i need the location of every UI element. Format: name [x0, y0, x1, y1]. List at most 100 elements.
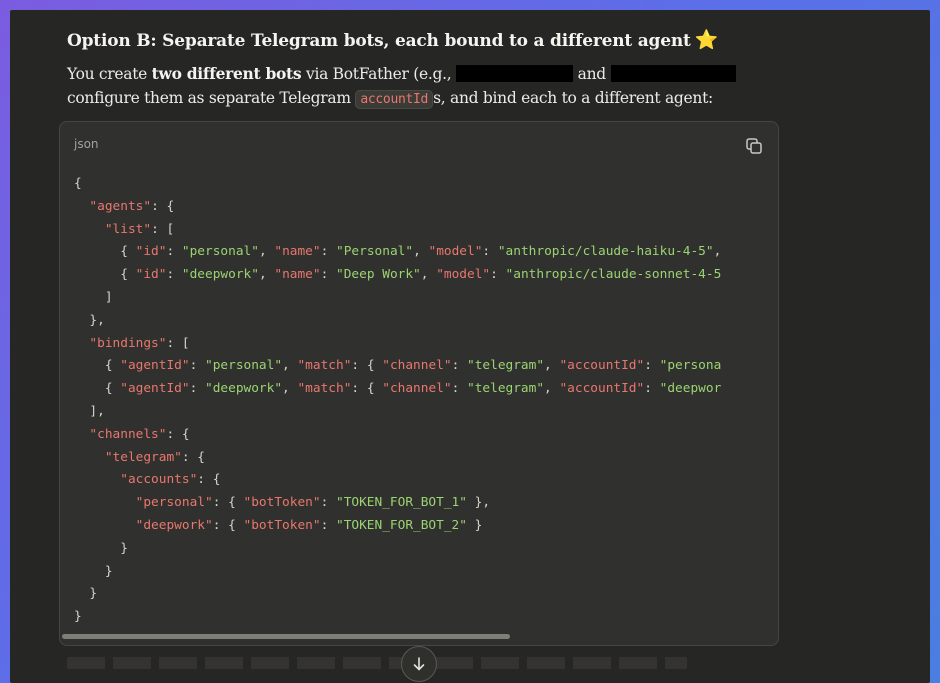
horizontal-scrollbar[interactable] — [62, 634, 510, 639]
json-string: "deepwork" — [181, 267, 259, 283]
json-punct: }, — [466, 495, 491, 511]
copy-button[interactable] — [744, 136, 764, 156]
heading-text: Option B: Separate Telegram bots, each b… — [67, 31, 691, 51]
json-key: "accountId" — [559, 358, 645, 374]
json-key: "bindings" — [89, 335, 167, 351]
json-punct: : { — [151, 198, 175, 214]
inline-code: accountId — [355, 90, 434, 109]
code-line: "personal": { "botToken": "TOKEN_FOR_BOT… — [74, 492, 721, 515]
json-punct — [74, 199, 89, 214]
code-line: { "agentId": "personal", "match": { "cha… — [74, 355, 721, 378]
json-punct: : { — [197, 472, 221, 488]
json-string: "deepwor — [659, 381, 722, 397]
json-punct: { — [74, 244, 136, 260]
json-punct — [74, 222, 105, 237]
json-punct: : — [320, 517, 336, 533]
code-line: } — [74, 561, 721, 584]
json-punct: : — [644, 381, 660, 397]
json-punct: , — [413, 244, 429, 260]
json-key: "name" — [274, 244, 321, 260]
json-string: "telegram" — [467, 381, 545, 397]
json-punct: }, — [74, 312, 105, 328]
json-key: "id" — [135, 267, 167, 283]
json-string: "Personal" — [336, 244, 414, 260]
json-punct: : — [166, 267, 182, 283]
json-string: "Deep Work" — [336, 267, 421, 283]
json-key: "agentId" — [120, 358, 190, 374]
json-key: "match" — [297, 358, 352, 374]
json-punct: , — [282, 381, 298, 397]
code-language-label: json — [74, 137, 99, 151]
json-punct: : — [482, 244, 498, 260]
para-text-5: s, and bind each to a different agent: — [433, 89, 713, 107]
json-punct — [74, 472, 120, 487]
description-paragraph: You create two different bots via BotFat… — [67, 62, 867, 112]
json-key: "agents" — [89, 198, 152, 214]
code-line: }, — [74, 310, 721, 333]
json-punct: ] — [74, 289, 113, 305]
code-line: "accounts": { — [74, 469, 721, 492]
json-punct: , — [282, 358, 298, 374]
json-punct: { — [74, 176, 82, 191]
json-key: "model" — [436, 267, 491, 283]
json-punct: , — [713, 244, 722, 260]
json-key: "personal" — [135, 495, 213, 511]
redacted-block — [610, 65, 736, 82]
json-punct: , — [258, 244, 275, 260]
json-punct: ], — [74, 403, 105, 419]
json-string: "telegram" — [467, 358, 545, 374]
json-string: "TOKEN_FOR_BOT_1" — [335, 495, 467, 511]
code-line: "list": [ — [74, 219, 721, 242]
json-punct — [74, 336, 89, 351]
json-punct: } — [74, 563, 113, 579]
json-key: "botToken" — [243, 495, 321, 511]
json-punct: : — [166, 244, 182, 260]
json-punct: , — [420, 267, 437, 283]
json-punct: : — [644, 358, 660, 374]
json-string: "TOKEN_FOR_BOT_2" — [335, 517, 467, 533]
json-key: "match" — [297, 381, 352, 397]
json-key: "agentId" — [120, 381, 190, 397]
code-line: "deepwork": { "botToken": "TOKEN_FOR_BOT… — [74, 515, 721, 538]
json-key: "id" — [135, 244, 167, 260]
section-heading: Option B: Separate Telegram bots, each b… — [67, 28, 718, 51]
json-punct: : — [451, 358, 467, 374]
json-punct: } — [74, 609, 82, 625]
json-punct: , — [258, 267, 275, 283]
code-line: ], — [74, 401, 721, 424]
code-line: "agents": { — [74, 196, 721, 219]
para-bold: two different bots — [151, 64, 302, 83]
star-icon: ⭐ — [694, 29, 719, 51]
arrow-down-icon — [413, 657, 425, 671]
json-punct: { — [74, 358, 121, 374]
redacted-block — [456, 65, 574, 82]
json-string: "personal" — [181, 244, 259, 260]
json-key: "botToken" — [243, 517, 321, 533]
json-key: "channels" — [89, 426, 167, 442]
json-punct: : — [189, 358, 205, 374]
copy-icon — [746, 138, 762, 154]
json-key: "model" — [428, 244, 483, 260]
json-punct — [74, 427, 89, 442]
json-punct — [74, 495, 136, 510]
json-string: "anthropic/claude-haiku-4-5" — [497, 244, 714, 260]
json-punct: : [ — [166, 335, 190, 351]
code-line: } — [74, 538, 721, 561]
json-key: "accountId" — [559, 381, 645, 397]
json-key: "accounts" — [120, 472, 198, 488]
code-line: "bindings": [ — [74, 333, 721, 356]
code-block: json { "agents": { "list": [ { "id": "pe… — [59, 121, 779, 646]
json-string: "personal" — [205, 358, 283, 374]
json-punct: : — [490, 267, 506, 283]
json-punct: : — [320, 495, 336, 511]
json-punct: : { — [351, 381, 383, 397]
chat-window: Option B: Separate Telegram bots, each b… — [10, 10, 930, 683]
code-line: { "id": "personal", "name": "Personal", … — [74, 241, 721, 264]
para-text-4: configure them as separate Telegram — [67, 89, 356, 107]
code-line: { "agentId": "deepwork", "match": { "cha… — [74, 378, 721, 401]
scroll-to-bottom-button[interactable] — [401, 646, 437, 682]
json-punct — [74, 450, 105, 465]
code-line: { "id": "deepwork", "name": "Deep Work",… — [74, 264, 721, 287]
code-line: ] — [74, 287, 721, 310]
code-line: "channels": { — [74, 424, 721, 447]
